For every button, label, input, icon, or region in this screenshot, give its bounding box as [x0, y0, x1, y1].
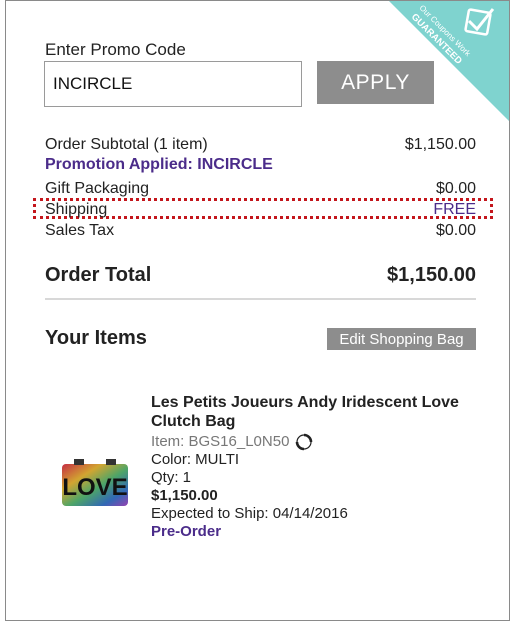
order-summary-panel: Our Coupons Work GUARANTEED Enter Promo … [5, 0, 510, 621]
sync-icon [295, 433, 313, 451]
edit-shopping-bag-button[interactable]: Edit Shopping Bag [327, 328, 476, 350]
thumbnail-text: LOVE [62, 474, 127, 501]
preorder-status: Pre-Order [151, 523, 222, 540]
subtotal-label: Order Subtotal (1 item) [45, 136, 208, 153]
gift-packaging-label: Gift Packaging [45, 180, 150, 197]
order-total-label: Order Total [45, 264, 152, 286]
item-qty: Qty: 1 [151, 469, 192, 486]
item-id: Item: BGS16_L0N50 [151, 433, 290, 450]
item-details: Les Petits Joueurs Andy Iridescent Love … [151, 393, 481, 541]
product-thumbnail[interactable]: LOVE [60, 458, 130, 509]
sales-tax-label: Sales Tax [45, 222, 115, 239]
item-name[interactable]: Les Petits Joueurs Andy Iridescent Love … [151, 393, 481, 431]
apply-button[interactable]: APPLY [317, 61, 434, 104]
promotion-applied-text: Promotion Applied: INCIRCLE [45, 156, 273, 173]
item-id-row: Item: BGS16_L0N50 [151, 433, 481, 451]
gift-packaging-value: $0.00 [435, 180, 476, 197]
item-color: Color: MULTI [151, 451, 240, 468]
sales-tax-value: $0.00 [435, 222, 476, 239]
item-ship-date: Expected to Ship: 04/14/2016 [151, 505, 348, 522]
order-total-value: $1,150.00 [387, 264, 476, 286]
divider [45, 298, 476, 300]
subtotal-value: $1,150.00 [404, 136, 476, 153]
shipping-value: FREE [433, 201, 476, 218]
your-items-title: Your Items [45, 327, 147, 349]
item-price: $1,150.00 [151, 487, 218, 504]
shipping-label: Shipping [45, 201, 108, 218]
promo-code-input[interactable] [44, 61, 302, 107]
promo-code-label: Enter Promo Code [45, 40, 186, 59]
